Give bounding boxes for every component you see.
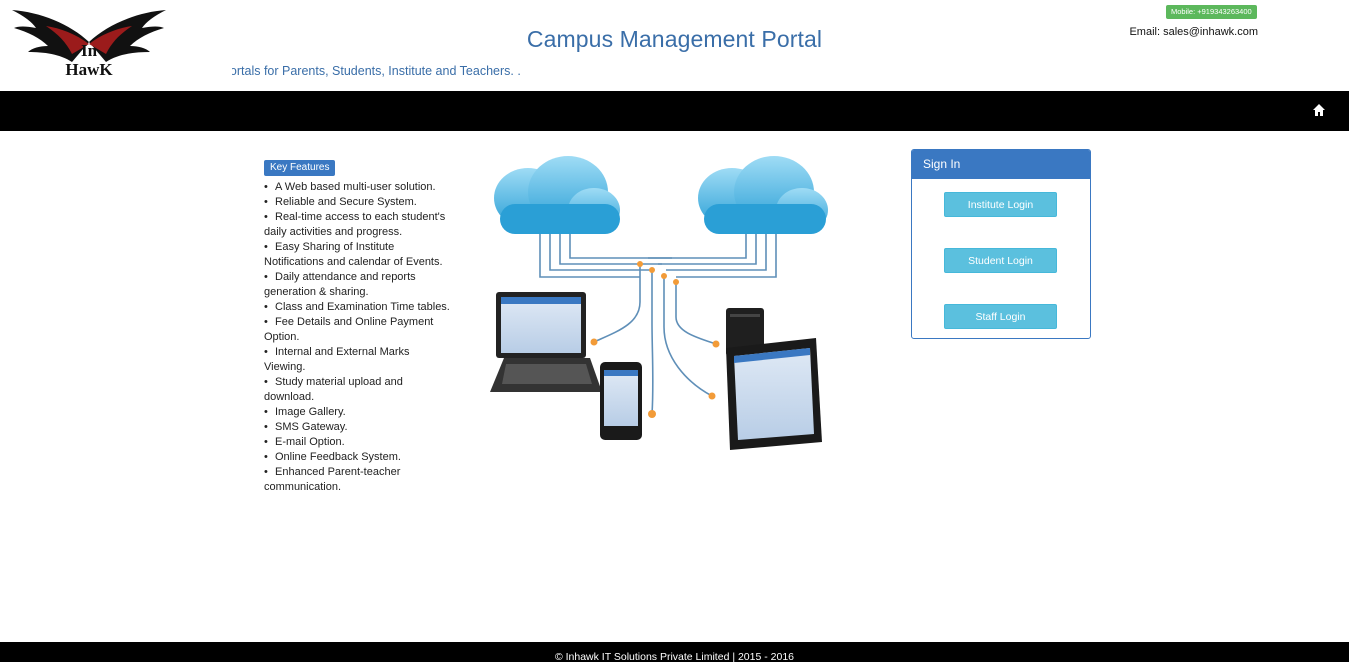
bullet-icon: • [264,196,268,208]
cloud-left-icon [494,156,620,234]
header: In HawK Campus Management Portal Web por… [0,0,1349,91]
footer: © Inhawk IT Solutions Private Limited | … [0,642,1349,662]
key-features-badge: Key Features [264,160,336,176]
marquee: Web portals for Parents, Students, Insti… [232,64,752,82]
feature-text: Image Gallery. [275,406,346,418]
marquee-text: Web portals for Parents, Students, Insti… [232,64,521,78]
feature-list-item: • Internal and External Marks Viewing. [264,345,450,375]
signin-title: Sign In [912,150,1090,179]
feature-list-item: • Class and Examination Time tables. [264,300,450,315]
key-features: Key Features • A Web based multi-user sol… [264,157,450,495]
bullet-icon: • [264,316,268,328]
cloud-right-icon [698,156,828,234]
feature-text: Study material upload and download. [264,376,403,403]
bullet-icon: • [264,406,268,418]
feature-text: Enhanced Parent-teacher communication. [264,466,401,493]
feature-list-item: • Online Feedback System. [264,450,450,465]
feature-text: Fee Details and Online Payment Option. [264,316,434,343]
feature-text: Internal and External Marks Viewing. [264,346,410,373]
signin-panel: Sign In Institute Login Student Login St… [911,149,1091,339]
feature-list-item: • Easy Sharing of Institute Notifications… [264,240,450,270]
bullet-icon: • [264,466,268,478]
staff-login-button[interactable]: Staff Login [944,304,1057,329]
institute-login-button[interactable]: Institute Login [944,192,1057,217]
bullet-icon: • [264,211,268,223]
feature-text: A Web based multi-user solution. [275,181,436,193]
feature-list-item: • E-mail Option. [264,435,450,450]
bullet-icon: • [264,376,268,388]
laptop-icon [490,292,602,392]
feature-text: Easy Sharing of Institute Notifications … [264,241,443,268]
feature-list-item: • A Web based multi-user solution. [264,180,450,195]
feature-text: Daily attendance and reports generation … [264,271,416,298]
home-icon[interactable] [1312,103,1326,117]
feature-text: Reliable and Secure System. [275,196,417,208]
feature-list-item: • SMS Gateway. [264,420,450,435]
feature-text: Class and Examination Time tables. [275,301,450,313]
bullet-icon: • [264,421,268,433]
feature-list: • A Web based multi-user solution. • Reliab… [264,180,450,495]
cloud-devices-illustration [490,156,828,450]
feature-list-item: • Daily attendance and reports generation… [264,270,450,300]
feature-list-item: • Reliable and Secure System. [264,195,450,210]
bullet-icon: • [264,181,268,193]
feature-list-item: • Real-time access to each student's dail… [264,210,450,240]
feature-text: Online Feedback System. [275,451,401,463]
feature-text: Real-time access to each student's daily… [264,211,446,238]
email-contact: Email: sales@inhawk.com [1129,26,1258,38]
student-login-button[interactable]: Student Login [944,248,1057,273]
feature-list-item: • Image Gallery. [264,405,450,420]
bullet-icon: • [264,241,268,253]
phone-icon [600,362,642,440]
feature-list-item: • Fee Details and Online Payment Option. [264,315,450,345]
feature-list-item: • Enhanced Parent-teacher communication. [264,465,450,495]
feature-list-item: • Study material upload and download. [264,375,450,405]
copyright-text: © Inhawk IT Solutions Private Limited | … [554,651,795,662]
bullet-icon: • [264,451,268,463]
navbar [0,91,1349,131]
feature-text: SMS Gateway. [275,421,348,433]
bullet-icon: • [264,271,268,283]
feature-text: E-mail Option. [275,436,345,448]
bullet-icon: • [264,436,268,448]
bullet-icon: • [264,301,268,313]
logo-text-hawk: HawK [65,60,113,79]
tablet-icon [726,338,822,450]
mobile-badge: Mobile: +919343263400 [1166,5,1257,19]
bullet-icon: • [264,346,268,358]
